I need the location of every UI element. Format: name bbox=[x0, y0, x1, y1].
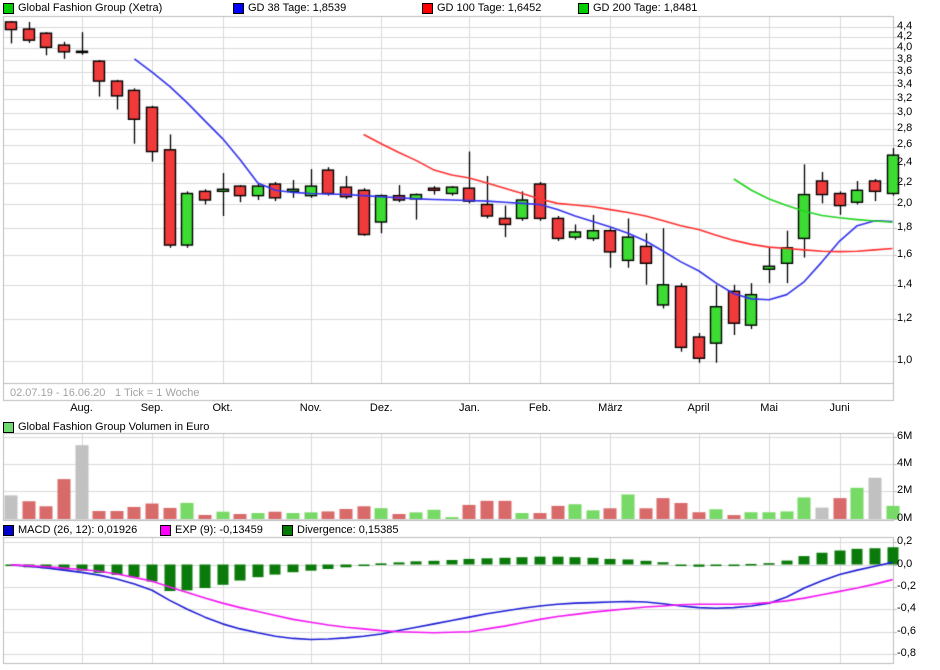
legend-item-gd38: GD 38 Tage: 1,8539 bbox=[233, 2, 346, 14]
price-axis-label: 3,8 bbox=[897, 53, 912, 65]
legend-label: GD 38 Tage: 1,8539 bbox=[248, 2, 346, 14]
month-label: Mai bbox=[760, 402, 778, 414]
macd-axis-label: 0,0 bbox=[897, 558, 912, 570]
month-label: April bbox=[688, 402, 710, 414]
volume-swatch-icon bbox=[3, 422, 14, 433]
price-axis-label: 3,6 bbox=[897, 65, 912, 77]
volume-axis-label: 4M bbox=[897, 457, 912, 469]
month-label: Juni bbox=[830, 402, 850, 414]
legend-item-macd: MACD (26, 12): 0,01926 bbox=[3, 524, 137, 536]
legend-item-gd200: GD 200 Tage: 1,8481 bbox=[578, 2, 697, 14]
price-axis-label: 1,0 bbox=[897, 354, 912, 366]
month-label: Okt. bbox=[212, 402, 232, 414]
price-axis-label: 1,4 bbox=[897, 278, 912, 290]
legend-label: GD 100 Tage: 1,6452 bbox=[437, 2, 541, 14]
volume-axis-label: 2M bbox=[897, 484, 912, 496]
price-axis-label: 2,8 bbox=[897, 122, 912, 134]
gd200-swatch-icon bbox=[578, 3, 589, 14]
price-axis-label: 2,0 bbox=[897, 197, 912, 209]
legend-label: Global Fashion Group (Xetra) bbox=[18, 2, 162, 14]
macd-swatch-icon bbox=[3, 525, 14, 536]
macd-axis-label: 0,2 bbox=[897, 535, 912, 547]
legend-item-series: Global Fashion Group (Xetra) bbox=[3, 2, 162, 14]
series-swatch-icon bbox=[3, 3, 14, 14]
legend-label: GD 200 Tage: 1,8481 bbox=[593, 2, 697, 14]
legend-item-gd100: GD 100 Tage: 1,6452 bbox=[422, 2, 541, 14]
legend-label: MACD (26, 12): 0,01926 bbox=[18, 524, 137, 536]
gd38-swatch-icon bbox=[233, 3, 244, 14]
date-range-label: 02.07.19 - 16.06.20 bbox=[10, 387, 105, 399]
legend-item-volume: Global Fashion Group Volumen in Euro bbox=[3, 421, 209, 433]
month-label: Feb. bbox=[529, 402, 551, 414]
macd-axis-label: -0,8 bbox=[897, 647, 916, 659]
month-label: Sep. bbox=[141, 402, 164, 414]
month-label: Jan. bbox=[459, 402, 480, 414]
month-label: März bbox=[598, 402, 622, 414]
legend-item-divergence: Divergence: 0,15385 bbox=[282, 524, 399, 536]
month-label: Aug. bbox=[70, 402, 93, 414]
legend-item-exp: EXP (9): -0,13459 bbox=[160, 524, 263, 536]
volume-axis-label: 6M bbox=[897, 430, 912, 442]
price-axis-label: 1,2 bbox=[897, 312, 912, 324]
month-label: Dez. bbox=[370, 402, 393, 414]
price-axis-label: 2,4 bbox=[897, 156, 912, 168]
tick-note-label: 1 Tick = 1 Woche bbox=[115, 387, 199, 399]
gd100-swatch-icon bbox=[422, 3, 433, 14]
macd-axis-label: -0,4 bbox=[897, 602, 916, 614]
price-axis-label: 3,0 bbox=[897, 106, 912, 118]
price-axis-label: 1,8 bbox=[897, 221, 912, 233]
volume-axis-label: 0M bbox=[897, 512, 912, 524]
macd-axis-label: -0,6 bbox=[897, 625, 916, 637]
price-axis-label: 3,2 bbox=[897, 92, 912, 104]
legend-label: Divergence: 0,15385 bbox=[297, 524, 399, 536]
macd-axis-label: -0,2 bbox=[897, 580, 916, 592]
divergence-swatch-icon bbox=[282, 525, 293, 536]
legend-label: EXP (9): -0,13459 bbox=[175, 524, 263, 536]
month-label: Nov. bbox=[300, 402, 322, 414]
price-axis-label: 3,4 bbox=[897, 78, 912, 90]
price-axis-label: 2,2 bbox=[897, 176, 912, 188]
price-axis-label: 1,6 bbox=[897, 248, 912, 260]
chart-canvas bbox=[0, 0, 940, 670]
price-axis-label: 4,0 bbox=[897, 41, 912, 53]
price-axis-label: 2,6 bbox=[897, 138, 912, 150]
legend-label: Global Fashion Group Volumen in Euro bbox=[18, 421, 209, 433]
exp-swatch-icon bbox=[160, 525, 171, 536]
stock-chart: Global Fashion Group (Xetra) GD 38 Tage:… bbox=[0, 0, 940, 670]
